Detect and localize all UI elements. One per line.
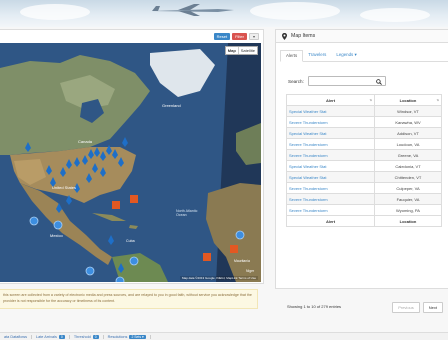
alert-cell[interactable]: Severe Thunderstorm bbox=[286, 182, 375, 194]
table-row[interactable]: Special Weather Stat Chittenden, VT bbox=[286, 171, 442, 183]
map-panel: Reset Filter ▾ Map Satellite Greenland C… bbox=[0, 29, 264, 284]
table-row[interactable]: Severe Thunderstorm Culpeper, VA bbox=[286, 182, 442, 194]
panel-title: Map Items bbox=[291, 33, 316, 39]
column-footer-location: Location bbox=[374, 215, 442, 227]
column-header-alert[interactable]: Alert ⇅ bbox=[286, 94, 375, 106]
alert-cell[interactable]: Severe Thunderstorm bbox=[286, 149, 375, 161]
map-label-cuba: Cuba bbox=[126, 239, 135, 243]
filter-button[interactable]: Filter bbox=[232, 33, 247, 40]
alert-cell[interactable]: Severe Thunderstorm bbox=[286, 116, 375, 128]
previous-page-button[interactable]: Previous bbox=[392, 302, 420, 313]
map-canvas[interactable]: Map Satellite Greenland Canada United St… bbox=[0, 43, 261, 282]
world-map[interactable] bbox=[0, 43, 261, 282]
table-row[interactable]: Severe Thunderstorm Loudoun, VA bbox=[286, 138, 442, 150]
tab-legends[interactable]: Legends ▾ bbox=[331, 50, 361, 61]
map-marker-icon bbox=[282, 32, 287, 40]
column-header-location[interactable]: Location ⇅ bbox=[374, 94, 442, 106]
alert-cell[interactable]: Special Weather Stat bbox=[286, 105, 375, 117]
table-row[interactable]: Severe Thunderstorm Kanawha, WV bbox=[286, 116, 442, 128]
column-header-alert-label: Alert bbox=[325, 97, 336, 103]
map-label-canada: Canada bbox=[78, 139, 93, 144]
map-label-greenland: Greenland bbox=[162, 103, 181, 108]
table-row[interactable]: Severe Thunderstorm Wyoming, PA bbox=[286, 204, 442, 216]
cloud-decoration bbox=[250, 2, 340, 20]
alert-cell[interactable]: Special Weather Stat bbox=[286, 160, 375, 172]
cloud-decoration bbox=[20, 4, 90, 20]
sort-icon: ⇅ bbox=[436, 98, 439, 102]
satellite-view-button[interactable]: Satellite bbox=[239, 47, 257, 54]
status-item-threshold[interactable]: Threshold 0 bbox=[70, 334, 104, 339]
entries-info: Showing 1 to 10 of 279 entries bbox=[287, 304, 342, 309]
map-type-toggle[interactable]: Map Satellite bbox=[224, 46, 258, 55]
table-row[interactable]: Severe Thunderstorm Greene, VA bbox=[286, 149, 442, 161]
cloud-decoration bbox=[360, 8, 430, 22]
alert-cell[interactable]: Severe Thunderstorm bbox=[286, 204, 375, 216]
panel-header: Map Items bbox=[276, 30, 448, 43]
map-items-panel: Map Items Alerts Travelers Legends ▾ Sea… bbox=[275, 29, 448, 313]
map-label-mexico: Mexico bbox=[50, 233, 63, 238]
location-cell: Windsor, VT bbox=[374, 105, 442, 117]
alert-cell[interactable]: Severe Thunderstorm bbox=[286, 138, 375, 150]
search-input[interactable] bbox=[307, 76, 386, 86]
search-row: Search: bbox=[288, 76, 386, 86]
airplane-banner-graphic bbox=[152, 4, 234, 16]
map-view-button[interactable]: Map bbox=[226, 47, 239, 54]
status-label: Resolutions bbox=[107, 334, 128, 339]
panel-tabs: Alerts Travelers Legends ▾ bbox=[280, 50, 448, 62]
status-badge: 0 bbox=[58, 334, 65, 339]
location-cell: Wyoming, PA bbox=[374, 204, 442, 216]
search-label: Search: bbox=[288, 78, 304, 84]
location-cell: Culpeper, VA bbox=[374, 182, 442, 194]
status-item-late-arrivals[interactable]: Late Arrivals 0 bbox=[32, 334, 70, 339]
status-label: Late Arrivals bbox=[36, 334, 57, 339]
location-cell: Addison, VT bbox=[374, 127, 442, 139]
pagination: Previous Next bbox=[392, 302, 443, 313]
location-cell: Loudoun, VA bbox=[374, 138, 442, 150]
table-row[interactable]: Special Weather Stat Caledonia, VT bbox=[286, 160, 442, 172]
status-label: ata Dataflows bbox=[4, 334, 28, 339]
location-cell: Greene, VA bbox=[374, 149, 442, 161]
status-item-dataflows[interactable]: ata Dataflows bbox=[0, 334, 33, 339]
sort-icon: ⇅ bbox=[369, 98, 372, 102]
location-cell: Caledonia, VT bbox=[374, 160, 442, 172]
status-label: Threshold bbox=[73, 334, 91, 339]
reset-button[interactable]: Reset bbox=[213, 33, 231, 40]
alert-cell[interactable]: Special Weather Stat bbox=[286, 171, 375, 183]
alert-cell[interactable]: Special Weather Stat bbox=[286, 127, 375, 139]
location-cell: Chittenden, VT bbox=[374, 171, 442, 183]
disclaimer-notice: this screen are collected from a variety… bbox=[0, 289, 258, 309]
tab-travelers[interactable]: Travelers bbox=[303, 50, 331, 61]
next-page-button[interactable]: Next bbox=[422, 302, 443, 313]
map-toolbar: Reset Filter ▾ bbox=[213, 33, 259, 40]
header-banner bbox=[0, 0, 448, 27]
status-item-resolutions[interactable]: Resolutions 2 Sets ▾ bbox=[104, 334, 151, 339]
status-badge: 2 Sets ▾ bbox=[129, 334, 146, 339]
column-footer-alert: Alert bbox=[286, 215, 375, 227]
table-row[interactable]: Severe Thunderstorm Fauquier, VA bbox=[286, 193, 442, 205]
location-cell: Kanawha, WV bbox=[374, 116, 442, 128]
map-options-dropdown[interactable]: ▾ bbox=[248, 33, 259, 40]
table-row[interactable]: Special Weather Stat Addison, VT bbox=[286, 127, 442, 139]
map-attribution: Map data ©2013 Google, INEGI, MapLink Te… bbox=[179, 276, 258, 280]
table-row[interactable]: Special Weather Stat Windsor, VT bbox=[286, 105, 442, 117]
alert-cell[interactable]: Severe Thunderstorm bbox=[286, 193, 375, 205]
tab-alerts[interactable]: Alerts bbox=[280, 50, 304, 62]
map-label-mauritania: Mauritania bbox=[234, 259, 250, 263]
map-label-north-atlantic: North Atlantic Ocean bbox=[176, 209, 198, 217]
alerts-table: Alert ⇅ Location ⇅ Special Weather Stat Win… bbox=[286, 94, 442, 227]
map-label-united-states: United States bbox=[52, 185, 77, 190]
column-header-location-label: Location bbox=[399, 97, 417, 103]
status-bar: ata Dataflows Late Arrivals 0 Threshold 0 … bbox=[0, 332, 448, 340]
location-cell: Fauquier, VA bbox=[374, 193, 442, 205]
search-icon[interactable] bbox=[376, 79, 382, 85]
map-label-niger: Niger bbox=[246, 269, 255, 273]
status-badge: 0 bbox=[92, 334, 99, 339]
